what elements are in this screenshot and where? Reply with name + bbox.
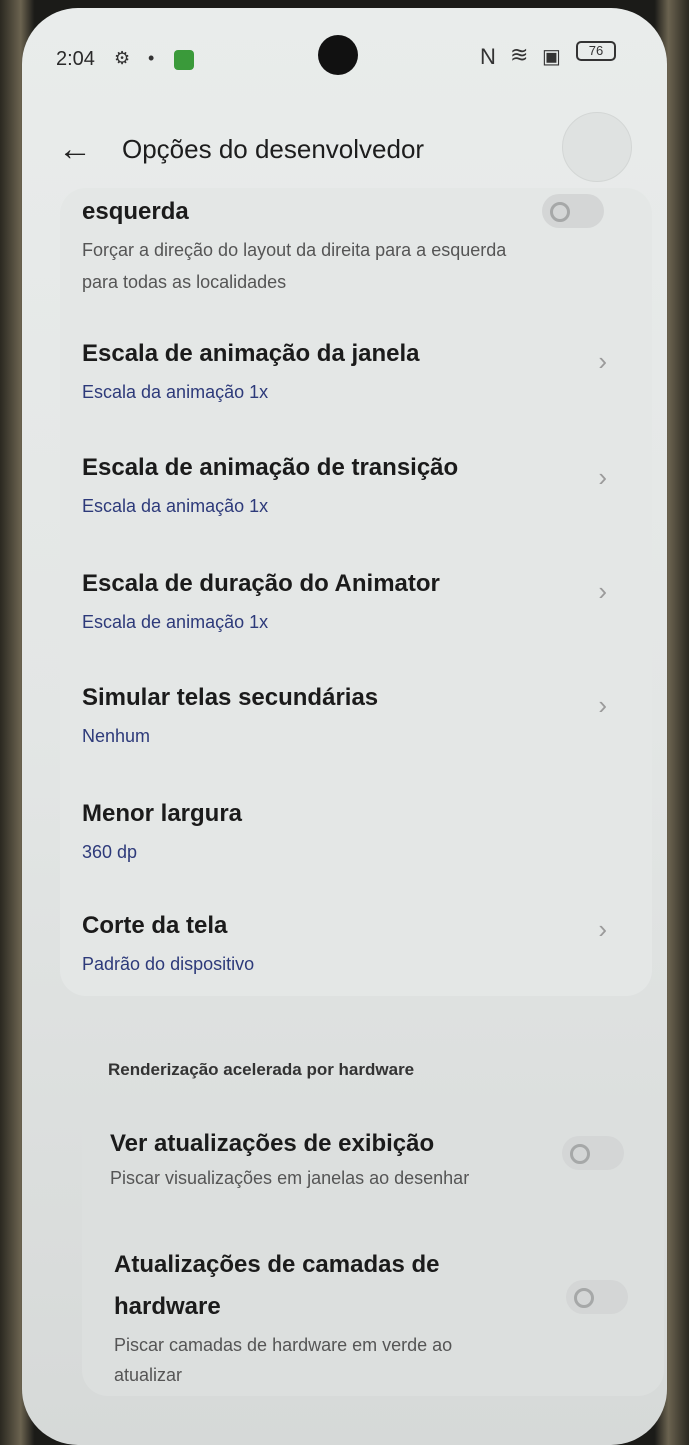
signal-icon: ▣ [542,46,561,68]
toggle-knob-icon [574,1288,594,1308]
row-value: Escala da animação 1x [82,382,269,402]
app-icon [174,50,194,70]
status-bar: 2:04 ⚙ • N ≋ ▣ 76 [22,8,667,98]
setting-smallest-width[interactable]: Menor largura 360 dp [82,800,242,863]
rtl-toggle[interactable] [542,194,604,228]
chevron-right-icon: › [598,690,607,720]
avatar[interactable] [562,112,632,182]
front-camera [318,35,358,75]
recents-button[interactable] [208,1382,248,1422]
row-value: Nenhum [82,726,151,746]
hardware-layer-updates-toggle[interactable] [566,1280,628,1314]
setting-show-view-updates[interactable]: Ver atualizações de exibição Piscar visu… [110,1130,540,1194]
toggle-knob-icon [550,202,570,222]
row-title: Menor largura [82,800,243,827]
app-header: ← Opções do desenvolvedor [22,104,667,184]
wifi-icon: ≋ [510,42,529,67]
setting-display-cutout[interactable]: Corte da tela Padrão do dispositivo [82,912,254,975]
screen: 2:04 ⚙ • N ≋ ▣ 76 ← Opções do desenvolve… [22,8,667,1445]
phone-frame: 2:04 ⚙ • N ≋ ▣ 76 ← Opções do desenvolve… [0,0,689,1445]
row-title: Corte da tela [82,912,228,939]
row-title: Escala de duração do Animator [82,570,440,597]
row-value: Escala da animação 1x [82,496,269,516]
show-view-updates-toggle[interactable] [562,1136,624,1170]
row-title: Escala de animação de transição [82,454,459,481]
back-arrow-icon[interactable]: ← [52,126,98,172]
row-value: 360 dp [82,842,138,862]
notification-icon: ⚙ [114,48,131,68]
toggle-knob-icon [570,1144,590,1164]
dot-icon: • [148,48,155,68]
row-title: Escala de animação da janela [82,340,420,367]
navigation-bar [22,1380,667,1440]
chevron-right-icon: › [598,576,607,606]
row-title: Atualizações de camadas de hardware [114,1251,440,1320]
battery-indicator: 76 [576,41,616,61]
row-value: Padrão do dispositivo [82,954,255,974]
page-title: Opções do desenvolvedor [122,134,425,164]
row-description: Forçar a direção do layout da direita pa… [82,240,507,292]
setting-transition-animation-scale[interactable]: Escala de animação de transição Escala d… [82,454,458,517]
chevron-right-icon: › [598,914,607,944]
row-title: esquerda [82,198,189,225]
nfc-icon: N [480,44,496,69]
chevron-right-icon: › [598,346,607,376]
setting-animator-duration-scale[interactable]: Escala de duração do Animator Escala de … [82,570,440,633]
setting-simulate-secondary-displays[interactable]: Simular telas secundárias Nenhum [82,684,378,747]
status-time: 2:04 [56,48,95,70]
back-nav-button[interactable] [504,1382,544,1422]
setting-window-animation-scale[interactable]: Escala de animação da janela Escala da a… [82,340,420,403]
setting-hardware-layer-updates[interactable]: Atualizações de camadas de hardware Pisc… [114,1244,514,1390]
section-heading: Renderização acelerada por hardware [108,1060,415,1079]
chevron-right-icon: › [598,462,607,492]
row-value: Escala de animação 1x [82,612,269,632]
rtl-layout-setting[interactable]: esquerda Forçar a direção do layout da d… [82,198,602,298]
row-title: Simular telas secundárias [82,684,379,711]
row-title: Ver atualizações de exibição [110,1130,435,1157]
row-description: Piscar visualizações em janelas ao desen… [110,1168,470,1188]
